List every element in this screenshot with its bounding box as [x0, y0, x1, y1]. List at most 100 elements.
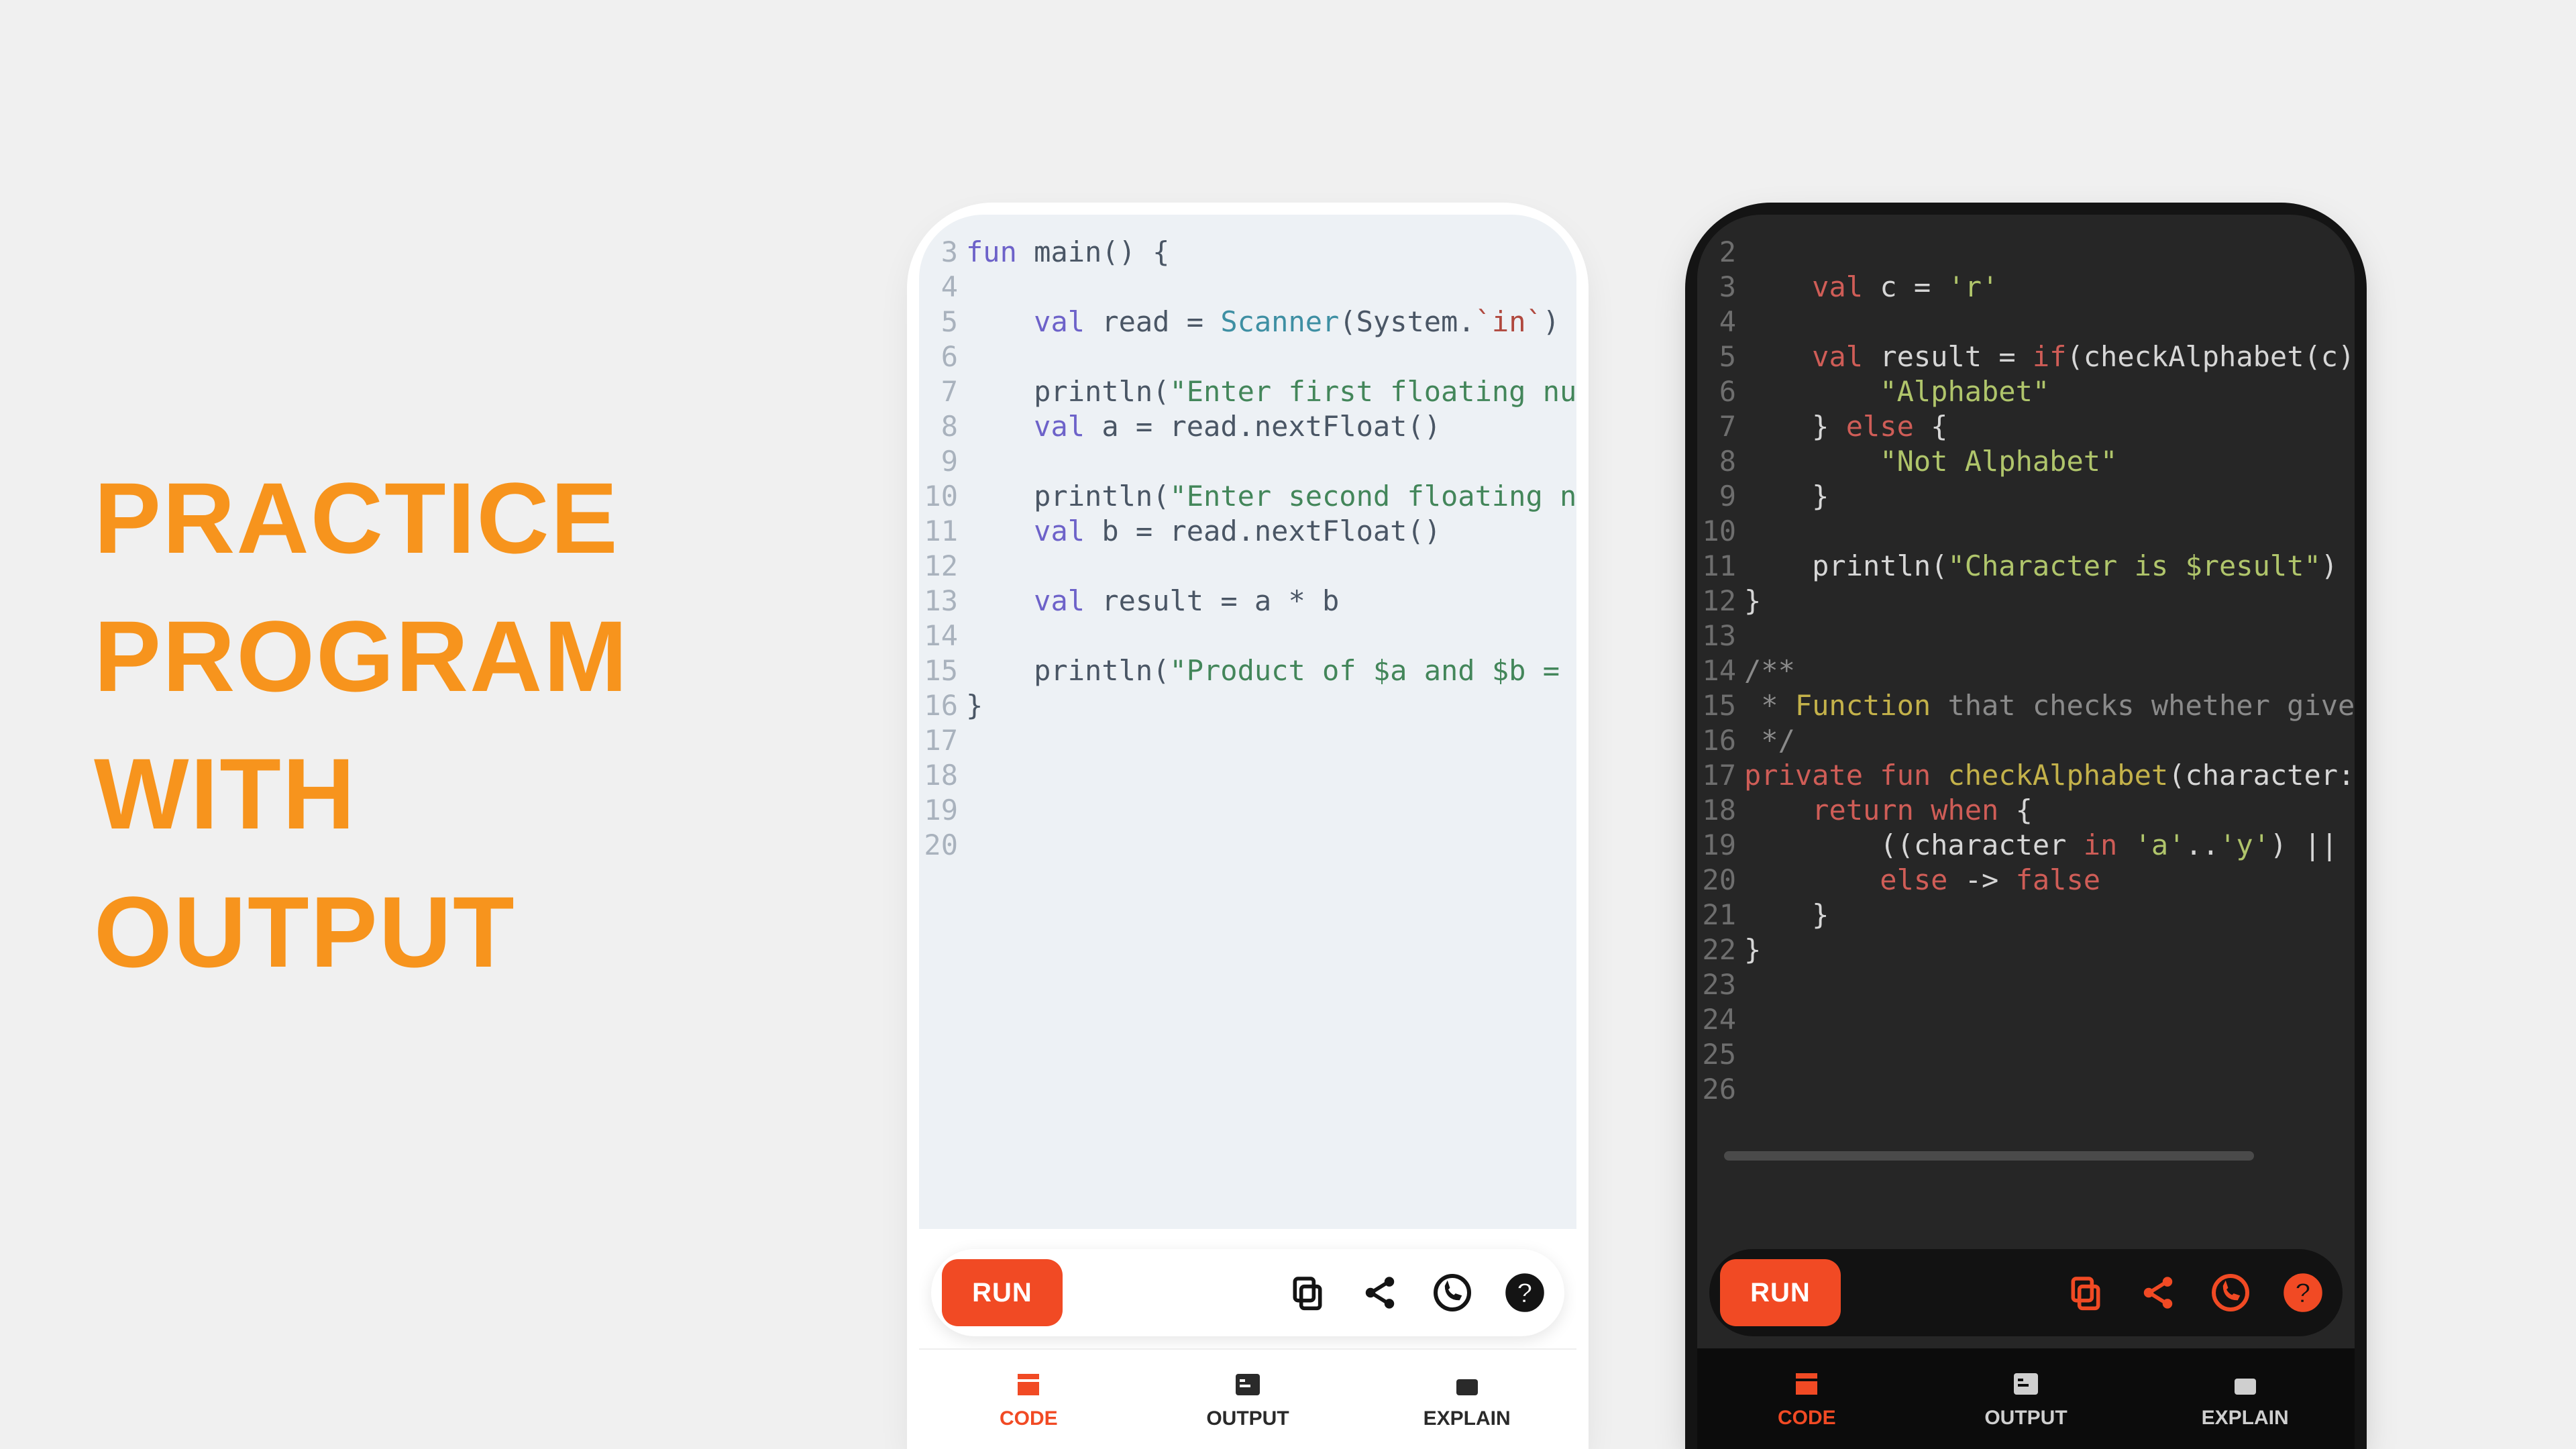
line-number: 12	[919, 549, 958, 584]
line-number: 18	[1697, 793, 1736, 828]
horizontal-scrollbar[interactable]	[1724, 1151, 2254, 1161]
code-line	[966, 444, 1576, 479]
line-number: 24	[1697, 1002, 1736, 1037]
line-number: 5	[919, 305, 958, 339]
tab-explain[interactable]: EXPLAIN	[2135, 1348, 2355, 1449]
headline-line-3: WITH	[94, 725, 629, 863]
action-bar: RUN ?	[1709, 1249, 2343, 1336]
code-line: "Alphabet"	[1744, 374, 2355, 409]
help-icon[interactable]: ?	[1501, 1269, 1548, 1316]
code-line: ((character in 'a'..'y') || (c	[1744, 828, 2355, 863]
line-number: 10	[919, 479, 958, 514]
line-number: 17	[919, 723, 958, 758]
line-number: 6	[919, 339, 958, 374]
run-button[interactable]: RUN	[1720, 1259, 1841, 1326]
code-line: val c = 'r'	[1744, 270, 2355, 305]
code-line: return when {	[1744, 793, 2355, 828]
line-number: 16	[919, 688, 958, 723]
code-line: println("Product of $a and $b = $r	[966, 653, 1576, 688]
code-line	[1744, 1002, 2355, 1037]
code-line: fun main() {	[966, 235, 1576, 270]
code-line	[966, 339, 1576, 374]
code-line: }	[1744, 932, 2355, 967]
code-line	[966, 723, 1576, 758]
line-number: 11	[919, 514, 958, 549]
whatsapp-icon[interactable]	[2207, 1269, 2254, 1316]
code-content: fun main() { val read = Scanner(System.`…	[966, 235, 1576, 1229]
code-line: val a = read.nextFloat()	[966, 409, 1576, 444]
line-number: 4	[919, 270, 958, 305]
code-editor-dark[interactable]: 2345678910111213141516171819202122232425…	[1697, 215, 2355, 1229]
code-line: println("Character is $result")	[1744, 549, 2355, 584]
code-line	[966, 549, 1576, 584]
help-icon[interactable]: ?	[2279, 1269, 2326, 1316]
tab-output-label: OUTPUT	[1984, 1407, 2067, 1430]
headline-line-2: PROGRAM	[94, 588, 629, 726]
line-number: 23	[1697, 967, 1736, 1002]
code-line: }	[966, 688, 1576, 723]
code-line	[1744, 619, 2355, 653]
code-line: }	[1744, 584, 2355, 619]
svg-text:?: ?	[2294, 1278, 2312, 1309]
line-number: 6	[1697, 374, 1736, 409]
line-number: 8	[1697, 444, 1736, 479]
line-number: 21	[1697, 898, 1736, 932]
line-number: 7	[919, 374, 958, 409]
tab-explain-label: EXPLAIN	[1424, 1407, 1511, 1430]
bottom-nav: CODE OUTPUT EXPLAIN	[1697, 1348, 2355, 1449]
line-number: 9	[1697, 479, 1736, 514]
code-line	[966, 270, 1576, 305]
line-number: 4	[1697, 305, 1736, 339]
tab-code-label: CODE	[1778, 1407, 1836, 1430]
line-number: 16	[1697, 723, 1736, 758]
share-icon[interactable]	[1356, 1269, 1403, 1316]
copy-icon[interactable]	[1284, 1269, 1331, 1316]
code-line: private fun checkAlphabet(character: C	[1744, 758, 2355, 793]
code-line	[966, 793, 1576, 828]
code-line: println("Enter first floating numb	[966, 374, 1576, 409]
share-icon[interactable]	[2135, 1269, 2182, 1316]
action-bar: RUN ?	[931, 1249, 1564, 1336]
run-button[interactable]: RUN	[942, 1259, 1063, 1326]
tab-code[interactable]: CODE	[1697, 1348, 1917, 1449]
phone-frame-light: 34567891011121314151617181920 fun main()…	[919, 215, 1576, 1449]
code-line	[1744, 1037, 2355, 1072]
whatsapp-icon[interactable]	[1429, 1269, 1476, 1316]
headline-line-1: PRACTICE	[94, 449, 629, 588]
phone-frame-dark: 2345678910111213141516171819202122232425…	[1697, 215, 2355, 1449]
tab-output-label: OUTPUT	[1206, 1407, 1289, 1430]
code-line	[966, 619, 1576, 653]
tab-code-label: CODE	[1000, 1407, 1058, 1430]
code-line	[1744, 235, 2355, 270]
line-number: 19	[1697, 828, 1736, 863]
code-line: "Not Alphabet"	[1744, 444, 2355, 479]
tab-output[interactable]: OUTPUT	[1917, 1348, 2136, 1449]
line-number: 3	[1697, 270, 1736, 305]
code-editor-light[interactable]: 34567891011121314151617181920 fun main()…	[919, 215, 1576, 1229]
tab-code[interactable]: CODE	[919, 1350, 1138, 1449]
code-line	[1744, 967, 2355, 1002]
line-number: 13	[919, 584, 958, 619]
line-number: 7	[1697, 409, 1736, 444]
line-number: 20	[1697, 863, 1736, 898]
line-number: 13	[1697, 619, 1736, 653]
line-number: 14	[1697, 653, 1736, 688]
tab-output[interactable]: OUTPUT	[1138, 1350, 1358, 1449]
line-number: 10	[1697, 514, 1736, 549]
code-content: val c = 'r' val result = if(checkAlphabe…	[1744, 235, 2355, 1229]
code-line: println("Enter second floating num	[966, 479, 1576, 514]
line-number: 8	[919, 409, 958, 444]
tab-explain-label: EXPLAIN	[2202, 1407, 2289, 1430]
line-number: 3	[919, 235, 958, 270]
line-number: 19	[919, 793, 958, 828]
tab-explain[interactable]: EXPLAIN	[1357, 1350, 1576, 1449]
code-line	[1744, 514, 2355, 549]
code-line: val b = read.nextFloat()	[966, 514, 1576, 549]
line-number: 14	[919, 619, 958, 653]
copy-icon[interactable]	[2062, 1269, 2109, 1316]
line-number: 9	[919, 444, 958, 479]
marketing-headline: PRACTICE PROGRAM WITH OUTPUT	[94, 449, 629, 1001]
line-number-gutter: 34567891011121314151617181920	[919, 235, 966, 1229]
line-number: 25	[1697, 1037, 1736, 1072]
line-number: 12	[1697, 584, 1736, 619]
